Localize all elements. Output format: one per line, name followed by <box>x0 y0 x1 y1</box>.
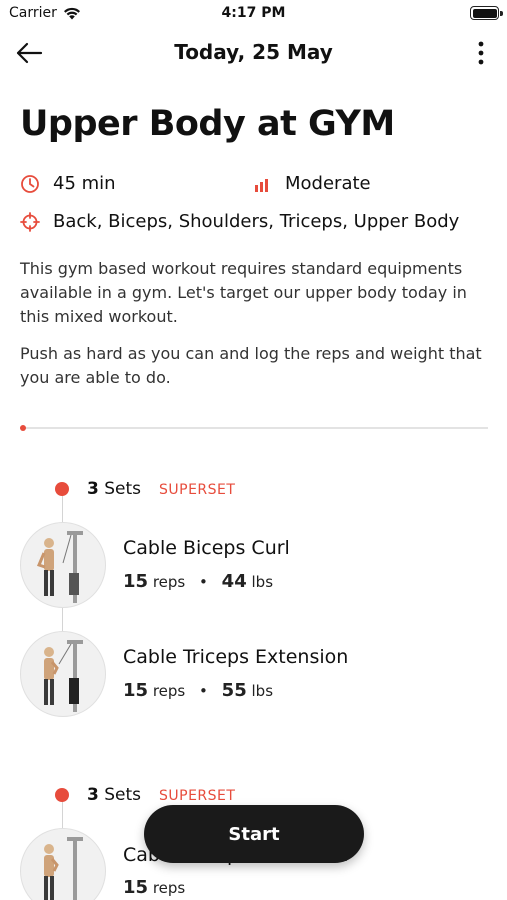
exercise-stats: 15 reps <box>123 877 186 898</box>
status-time: 4:17 PM <box>221 5 286 21</box>
cable-machine-illustration <box>44 837 83 900</box>
muscles-info: Back, Biceps, Shoulders, Triceps, Upper … <box>20 211 459 232</box>
exercise-name[interactable]: Cable Triceps Extension <box>123 646 348 668</box>
exercise-thumbnail[interactable] <box>20 631 106 717</box>
more-options-button[interactable] <box>469 38 493 68</box>
clock-icon <box>21 174 39 193</box>
start-workout-button[interactable]: Start <box>144 805 364 863</box>
set-dot <box>55 788 69 802</box>
exercise-stats: 15 reps • 55 lbs <box>123 680 274 701</box>
workout-title: Upper Body at GYM <box>20 104 395 144</box>
intensity-bars-icon <box>255 178 268 192</box>
cable-machine-illustration <box>44 640 83 712</box>
exercise-stats: 15 reps • 44 lbs <box>123 571 274 592</box>
nav-title: Today, 25 May <box>174 40 333 64</box>
superset-tag: SUPERSET <box>159 788 236 804</box>
exercise-name[interactable]: Cable Biceps Curl <box>123 537 290 559</box>
intensity-info: Moderate <box>254 173 371 194</box>
sets-count: 3 Sets <box>87 785 142 805</box>
workout-description: This gym based workout requires standard… <box>20 259 467 326</box>
exercise-thumbnail[interactable] <box>20 828 106 900</box>
status-bar: Carrier 4:17 PM <box>0 0 507 28</box>
sets-count: 3 Sets <box>87 479 142 499</box>
battery-icon <box>470 6 503 20</box>
workout-note: Push as hard as you can and log the reps… <box>20 344 482 387</box>
more-vertical-icon <box>478 41 484 65</box>
exercise-thumbnail[interactable] <box>20 522 106 608</box>
target-icon <box>20 211 40 232</box>
nav-bar: Today, 25 May <box>0 28 507 78</box>
muscles-text: Back, Biceps, Shoulders, Triceps, Upper … <box>53 211 460 232</box>
superset-tag: SUPERSET <box>159 482 236 498</box>
set-dot <box>55 482 69 496</box>
intensity-text: Moderate <box>285 173 371 194</box>
duration-info: 45 min <box>20 173 116 194</box>
duration-text: 45 min <box>53 173 116 194</box>
workout-progress-bar <box>20 425 488 431</box>
cable-machine-illustration <box>36 531 83 603</box>
progress-marker <box>20 425 26 431</box>
